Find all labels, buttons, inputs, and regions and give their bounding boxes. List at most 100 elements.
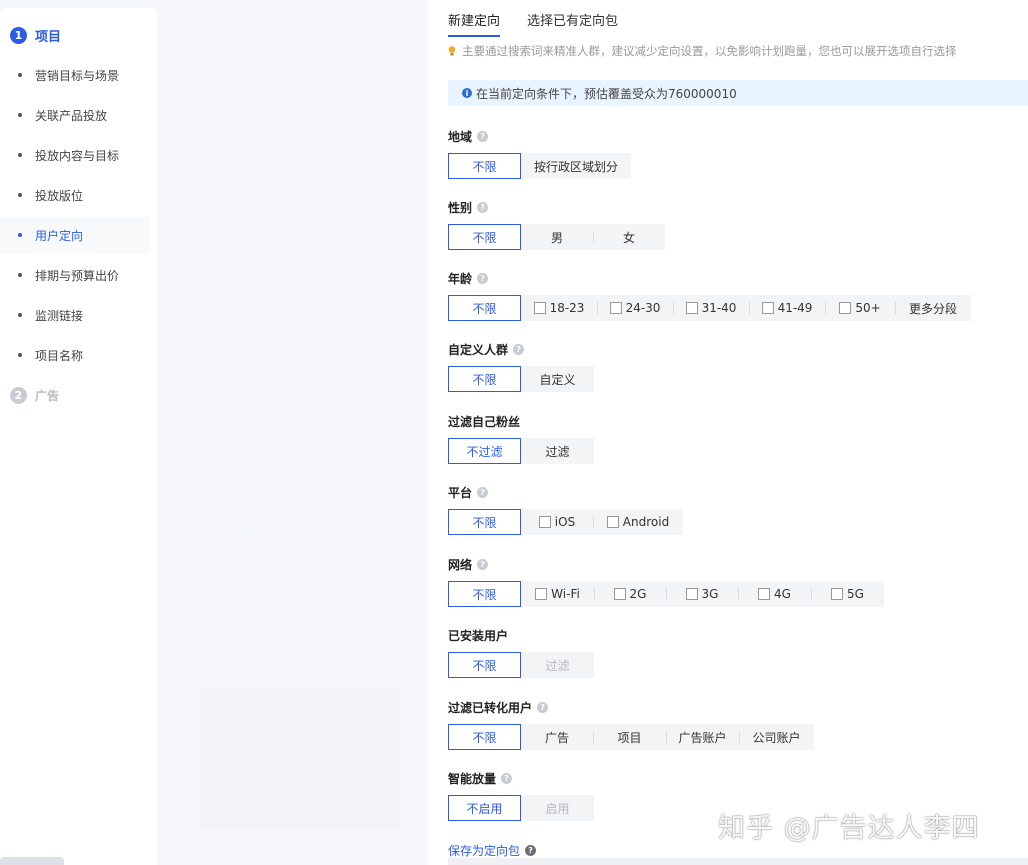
help-icon[interactable]: ? (477, 201, 489, 213)
checkbox[interactable] (831, 588, 844, 600)
option-ios[interactable]: iOS (521, 509, 593, 535)
option-unlimited[interactable]: 不限 (448, 652, 521, 678)
sidebar-item-content-goal[interactable]: 投放内容与目标 (0, 137, 150, 173)
sidebar-scrollbar[interactable] (0, 857, 64, 865)
checkbox[interactable] (609, 302, 622, 314)
option-age-41-49[interactable]: 41-49 (749, 295, 825, 321)
tab-new-targeting[interactable]: 新建定向 (448, 10, 501, 37)
sidebar-item-label: 投放内容与目标 (35, 148, 120, 163)
option-label: Wi-Fi (551, 587, 580, 601)
option-group: 不过滤 过滤 (448, 438, 594, 464)
option-unlimited[interactable]: 不限 (448, 509, 521, 535)
option-group: 不限 自定义 (448, 366, 594, 392)
option-custom[interactable]: 自定义 (521, 366, 594, 392)
option-label: 18-23 (549, 301, 585, 315)
field-label: 平台 ? (448, 484, 683, 500)
option-group: 不限 iOS Android (448, 509, 683, 535)
option-unlimited[interactable]: 不限 (448, 724, 521, 750)
bullet-dot (18, 73, 22, 77)
option-label: 41-49 (777, 301, 813, 315)
field-label: 已安装用户 (448, 627, 594, 643)
checkbox[interactable] (538, 516, 551, 528)
option-no-filter[interactable]: 不过滤 (448, 438, 521, 464)
sidebar-item-marketing-goal[interactable]: 营销目标与场景 (0, 57, 150, 93)
option-3g[interactable]: 3G (666, 581, 738, 607)
checkbox[interactable] (761, 302, 774, 314)
checkbox[interactable] (685, 302, 698, 314)
help-icon[interactable]: ? (525, 845, 537, 856)
save-link-text: 保存为定向包 (448, 844, 521, 858)
sidebar-item-label: 排期与预算出价 (35, 268, 120, 283)
field-label: 年龄 ? (448, 270, 971, 286)
option-age-50-plus[interactable]: 50+ (825, 295, 895, 321)
option-project[interactable]: 项目 (593, 724, 666, 750)
bullet-dot (18, 353, 22, 357)
field-label-text: 性别 (448, 200, 473, 215)
option-age-18-23[interactable]: 18-23 (521, 295, 597, 321)
checkbox[interactable] (535, 588, 548, 600)
save-as-package-link[interactable]: 保存为定向包 ? (448, 842, 537, 859)
field-label-text: 自定义人群 (448, 342, 509, 357)
help-icon[interactable]: ? (477, 558, 489, 570)
option-more-segments[interactable]: 更多分段 (895, 295, 971, 321)
field-label-text: 网络 (448, 557, 473, 572)
hint-text: 主要通过搜索词来精准人群，建议减少定向设置，以免影响计划跑量，您也可以展开选项自… (462, 44, 957, 58)
option-android[interactable]: Android (593, 509, 683, 535)
field-label-text: 过滤自己粉丝 (448, 414, 521, 429)
option-unlimited[interactable]: 不限 (448, 153, 521, 179)
option-filter[interactable]: 过滤 (521, 438, 594, 464)
help-icon[interactable]: ? (477, 486, 489, 498)
help-icon[interactable]: ? (537, 701, 549, 713)
field-custom-audience: 自定义人群 ? 不限 自定义 (448, 341, 594, 392)
option-label: 24-30 (625, 301, 661, 315)
option-4g[interactable]: 4G (738, 581, 811, 607)
sidebar-item-placement[interactable]: 投放版位 (0, 177, 150, 213)
option-disabled[interactable]: 不启用 (448, 795, 521, 821)
option-filter: 过滤 (545, 658, 570, 673)
sidebar-item-user-targeting[interactable]: 用户定向 (0, 217, 150, 253)
option-unlimited[interactable]: 不限 (448, 295, 521, 321)
field-platform: 平台 ? 不限 iOS Android (448, 484, 683, 535)
option-ad-account[interactable]: 广告账户 (666, 724, 739, 750)
option-unlimited[interactable]: 不限 (448, 581, 521, 607)
option-5g[interactable]: 5G (811, 581, 884, 607)
field-gender: 性别 ? 不限 男 女 (448, 199, 665, 250)
option-unlimited[interactable]: 不限 (448, 224, 521, 250)
option-female[interactable]: 女 (593, 224, 665, 250)
option-group: 不限 过滤 (448, 652, 594, 678)
sidebar-item-tracking-link[interactable]: 监测链接 (0, 297, 150, 333)
checkbox[interactable] (613, 588, 626, 600)
field-label-text: 已安装用户 (448, 628, 509, 643)
help-icon[interactable]: ? (477, 130, 489, 142)
faint-watermark (200, 500, 400, 830)
option-company-account[interactable]: 公司账户 (739, 724, 814, 750)
checkbox[interactable] (839, 302, 852, 314)
checkbox[interactable] (533, 302, 546, 314)
sidebar-item-project-name[interactable]: 项目名称 (0, 337, 150, 373)
option-by-admin-region[interactable]: 按行政区域划分 (521, 153, 631, 179)
help-icon[interactable]: ? (501, 772, 513, 784)
option-group: 不限 广告 项目 广告账户 公司账户 (448, 724, 814, 750)
bottom-divider (448, 858, 1028, 865)
option-age-24-30[interactable]: 24-30 (597, 295, 673, 321)
option-unlimited[interactable]: 不限 (448, 366, 521, 392)
checkbox[interactable] (758, 588, 771, 600)
tab-existing-package[interactable]: 选择已有定向包 (527, 10, 618, 37)
bullet-dot (18, 233, 22, 237)
option-label: Android (622, 515, 670, 529)
checkbox[interactable] (685, 588, 698, 600)
option-label: 4G (774, 587, 791, 601)
step-project[interactable]: 1 项目 (10, 26, 61, 45)
option-wifi[interactable]: Wi-Fi (521, 581, 594, 607)
checkbox[interactable] (606, 516, 619, 528)
help-icon[interactable]: ? (513, 343, 525, 355)
sidebar-item-linked-product[interactable]: 关联产品投放 (0, 97, 150, 133)
option-male[interactable]: 男 (521, 224, 593, 250)
option-ad[interactable]: 广告 (521, 724, 593, 750)
option-age-31-40[interactable]: 31-40 (673, 295, 749, 321)
sidebar-item-schedule-budget[interactable]: 排期与预算出价 (0, 257, 150, 293)
option-2g[interactable]: 2G (594, 581, 666, 607)
sidebar-item-label: 监测链接 (35, 308, 84, 323)
step-ad[interactable]: 2 广告 (10, 387, 59, 404)
help-icon[interactable]: ? (477, 272, 489, 284)
